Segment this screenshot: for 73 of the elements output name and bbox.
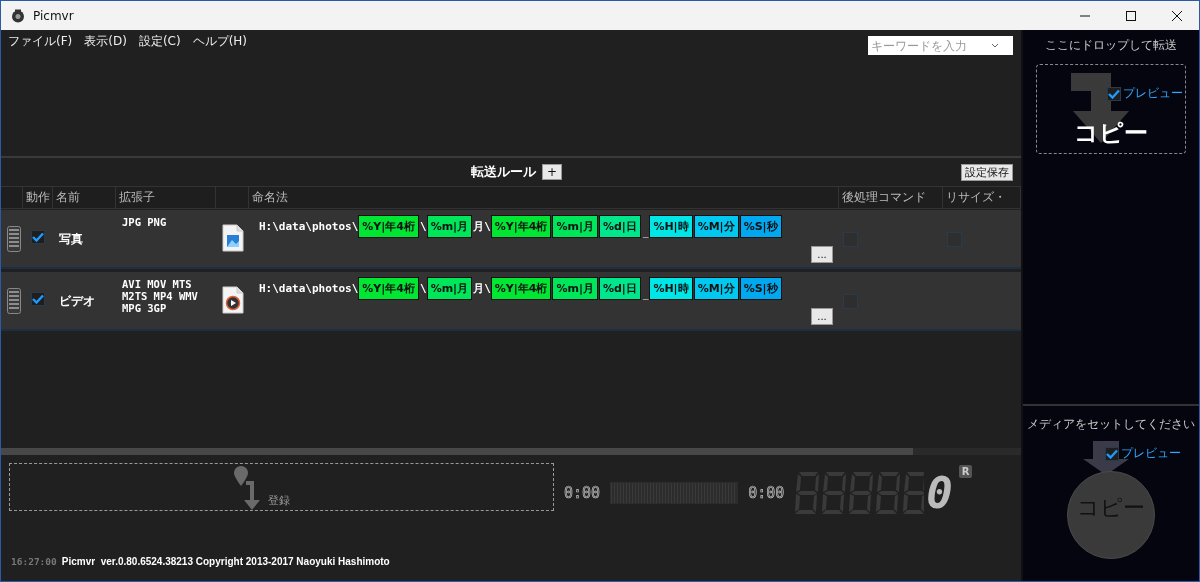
- window-title: Picmvr: [33, 8, 74, 23]
- path-text: \: [420, 220, 427, 233]
- format-token[interactable]: %m|月: [426, 277, 473, 300]
- copy-label: コピー: [1073, 118, 1149, 149]
- rules-title: 転送ルール: [471, 163, 536, 181]
- path-text: 月\: [473, 219, 491, 234]
- format-token[interactable]: %Y|年4桁: [490, 277, 552, 300]
- chevron-down-icon: [991, 42, 999, 49]
- more-button[interactable]: ...: [811, 308, 833, 325]
- separator-text: _: [641, 225, 650, 238]
- format-token[interactable]: %M|分: [693, 277, 739, 300]
- register-label: 登録: [267, 493, 290, 508]
- maximize-icon[interactable]: [1125, 9, 1137, 22]
- path-text: \: [420, 282, 427, 295]
- column-header: 後処理コマンド: [839, 187, 943, 208]
- format-token[interactable]: %m|月: [552, 277, 598, 300]
- format-token[interactable]: %M|分: [693, 215, 739, 238]
- extensions-text: AVI MOV MTS M2TS MP4 WMV MPG 3GP: [121, 277, 199, 314]
- add-rule-button[interactable]: +: [542, 164, 562, 180]
- rule-name: 写真: [58, 231, 84, 248]
- format-token[interactable]: %Y|年4桁: [358, 215, 419, 238]
- menu-item[interactable]: 表示(D): [84, 33, 127, 48]
- status-time: 16:27:00: [11, 556, 57, 567]
- more-button[interactable]: ...: [811, 246, 833, 263]
- enable-checkbox[interactable]: [31, 292, 45, 306]
- drag-handle-icon[interactable]: [7, 226, 21, 252]
- path-text: 月\: [473, 281, 491, 296]
- end-time: 0:00: [748, 484, 785, 502]
- format-token[interactable]: %m|月: [426, 215, 473, 238]
- keyword-combobox[interactable]: キーワードを入力: [868, 36, 1013, 55]
- format-token[interactable]: %Y|年4桁: [358, 277, 419, 300]
- preview-label[interactable]: プレビュー: [1121, 445, 1181, 462]
- format-token[interactable]: %Y|年4桁: [490, 215, 552, 238]
- separator-text: _: [641, 287, 650, 300]
- column-header: 動作: [23, 187, 53, 208]
- video-file-icon: [221, 286, 244, 314]
- status-text: Picmvr ver.0.80.6524.38213 Copyright 2013-2017 Naoyuki Hashimoto: [61, 556, 390, 567]
- menu-item[interactable]: ファイル(F): [8, 33, 73, 48]
- start-time: 0:00: [564, 484, 601, 502]
- column-header: リサイズ・: [943, 187, 1021, 208]
- format-token[interactable]: %S|秒: [739, 277, 782, 300]
- image-file-icon: [221, 224, 244, 252]
- post-command-checkbox[interactable]: [843, 294, 858, 309]
- column-header: 命名法: [249, 187, 839, 208]
- column-header: 拡張子: [116, 187, 216, 208]
- menu-item[interactable]: ヘルプ(H): [192, 33, 247, 48]
- format-token[interactable]: %d|日: [598, 215, 641, 238]
- enable-checkbox[interactable]: [31, 230, 45, 244]
- post-command-checkbox[interactable]: [843, 232, 858, 247]
- menu-item[interactable]: 設定(C): [138, 33, 181, 48]
- reset-badge[interactable]: R: [958, 465, 973, 478]
- resize-checkbox[interactable]: [947, 232, 962, 247]
- format-token[interactable]: %H|時: [649, 215, 693, 238]
- copy-drop-zone[interactable]: プレビュー コピー: [1036, 64, 1186, 154]
- format-token[interactable]: %S|秒: [739, 215, 782, 238]
- format-token[interactable]: %H|時: [649, 277, 693, 300]
- preview-label[interactable]: プレビュー: [1123, 85, 1183, 102]
- close-icon[interactable]: [1171, 9, 1183, 22]
- path-text: H:\data\photos\: [259, 220, 359, 233]
- register-drop-zone[interactable]: 登録: [9, 463, 554, 511]
- preview-checkbox[interactable]: [1107, 86, 1121, 101]
- format-token[interactable]: %d|日: [598, 277, 641, 300]
- counter-digit: 0: [926, 471, 953, 515]
- path-text: H:\data\photos\: [259, 282, 359, 295]
- rule-name: ビデオ: [58, 293, 96, 310]
- drag-handle-icon[interactable]: [7, 288, 21, 314]
- extensions-text: JPG PNG: [121, 215, 168, 228]
- camera-icon: [11, 8, 25, 23]
- media-title: メディアをセットしてください: [1027, 416, 1195, 433]
- drop-title: ここにドロップして転送: [1045, 37, 1177, 54]
- column-header: 名前: [53, 187, 116, 208]
- save-settings-button[interactable]: 設定保存: [961, 163, 1013, 181]
- format-token[interactable]: %m|月: [552, 215, 598, 238]
